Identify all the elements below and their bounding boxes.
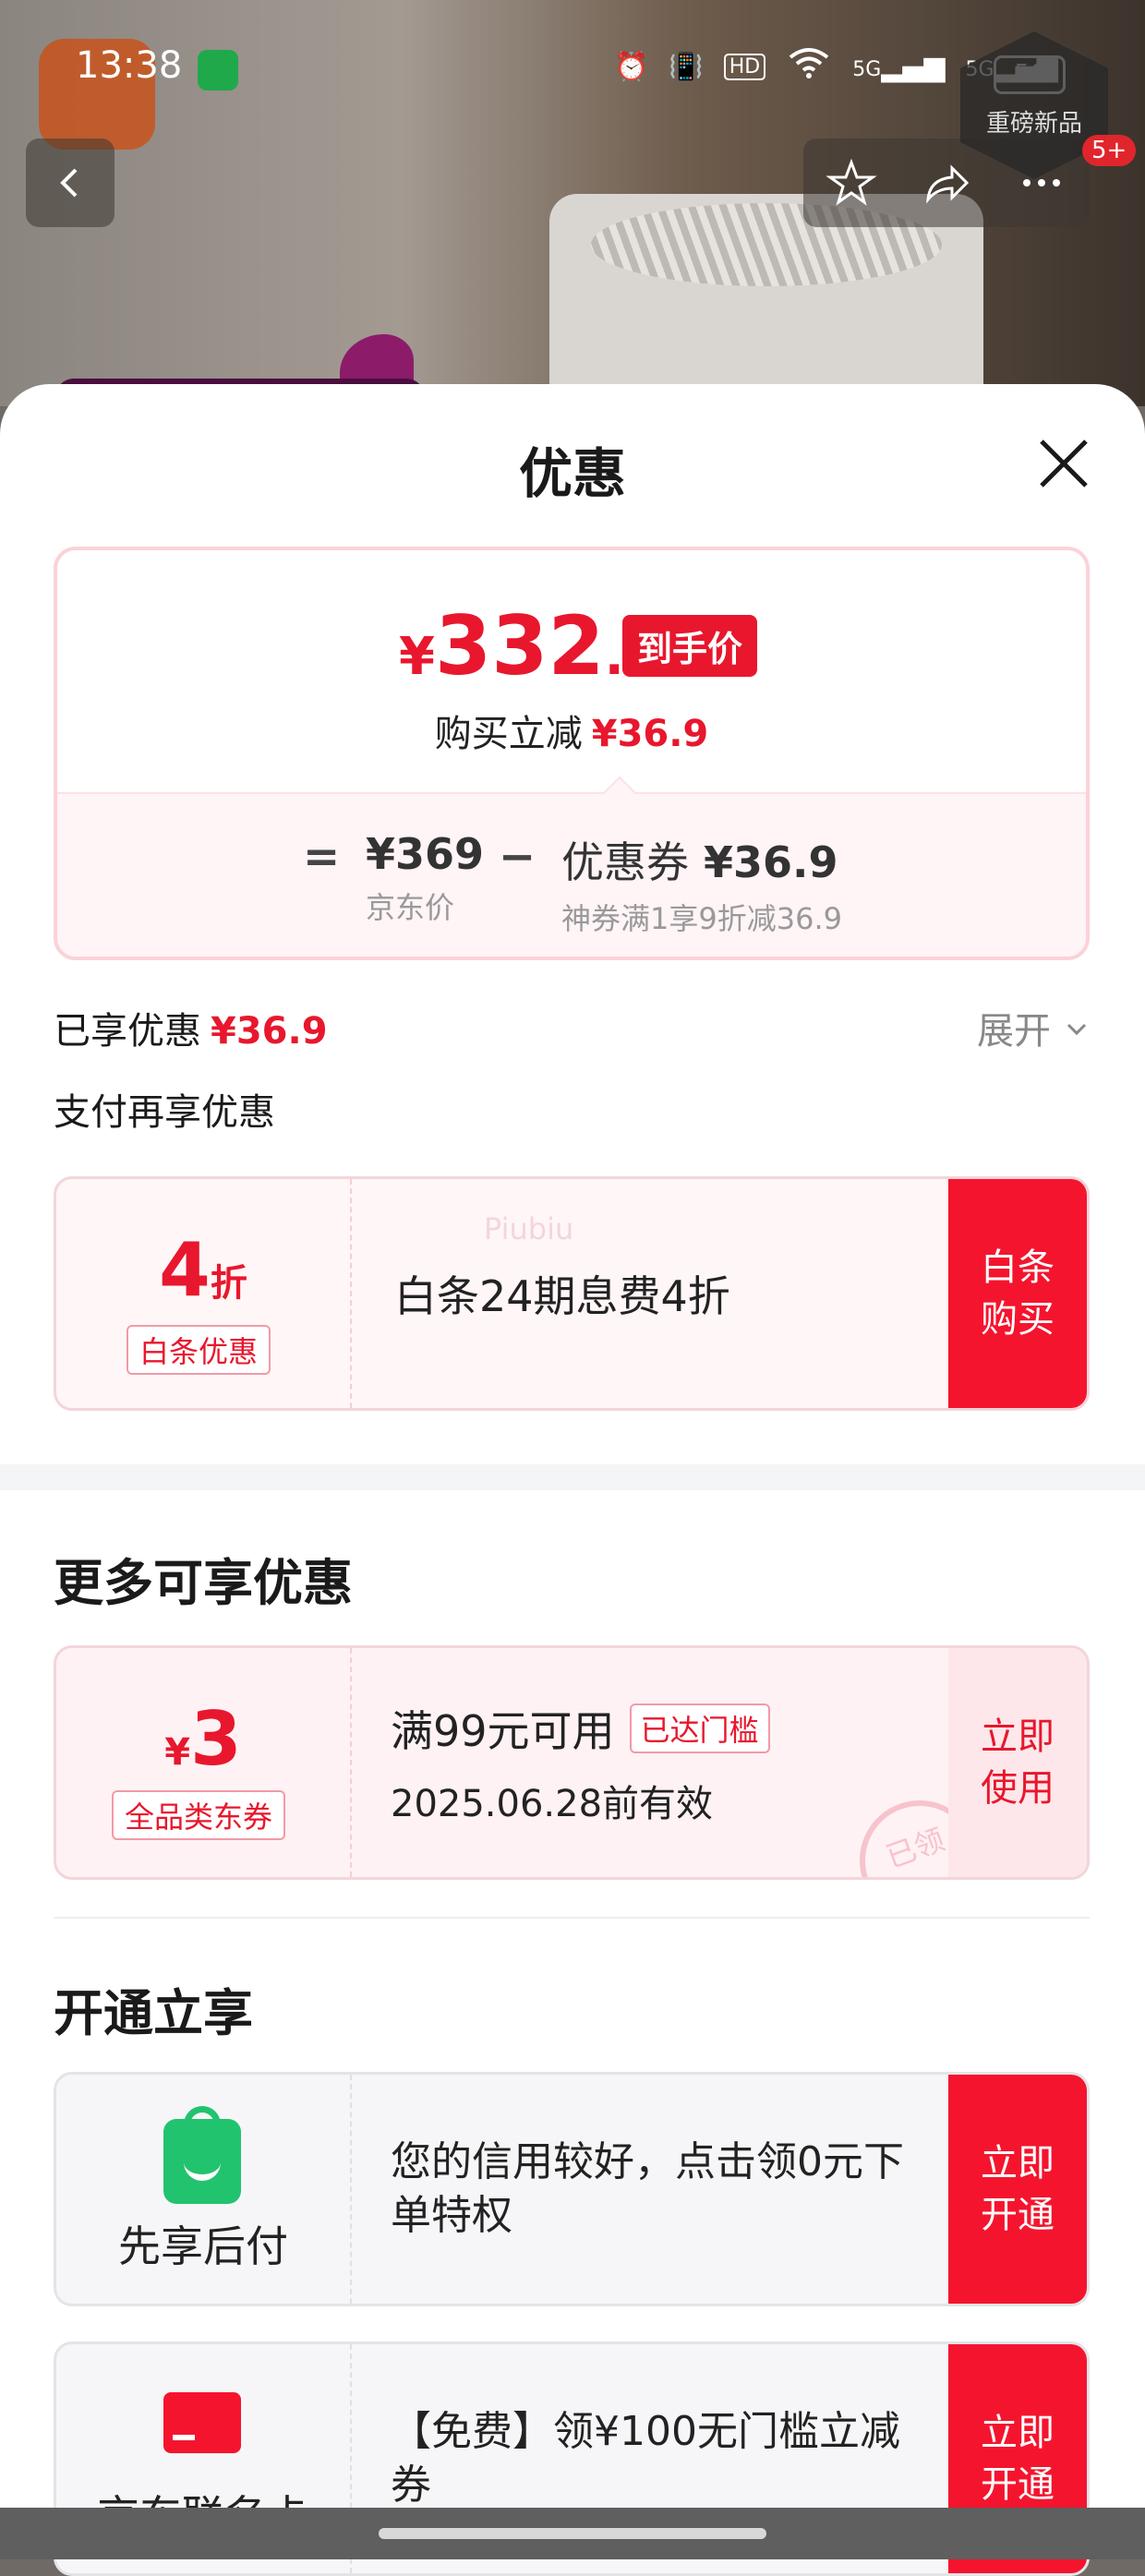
enjoyed-label: 已享优惠 <box>54 1010 201 1053</box>
share-icon[interactable] <box>921 157 972 209</box>
equals-sign: = <box>303 831 341 883</box>
price-summary-box: ¥ 332 .1 到手价 购买立减¥36.9 = ¥369 京东价 − 优惠券 … <box>54 547 1090 960</box>
more-offers-title: 更多可享优惠 <box>54 1554 353 1612</box>
separator-line <box>54 1917 1090 1919</box>
instant-reduce: 购买立减 ¥36.9 <box>57 704 1086 757</box>
coupon-block: 优惠券 ¥36.9 神券满1享9折减36.9 <box>561 829 842 938</box>
coupon-condition: 满99元可用 <box>391 1706 615 1756</box>
message-count-badge: 5+ <box>1082 135 1137 166</box>
credit-text: 您的信用较好，点击领0元下单特权 <box>391 2138 904 2239</box>
coupon-condition-line: 满99元可用 已达门槛 <box>391 1698 770 1759</box>
alarm-icon: ⏰ <box>614 50 649 83</box>
jd-price-label: 京东价 <box>366 890 455 925</box>
baitiao-discount: 4折 <box>159 1227 247 1313</box>
coupon-description: 神券满1享9折减36.9 <box>561 901 842 936</box>
jd-price-value: ¥369 <box>366 829 485 879</box>
coupon-value-line: 优惠券 ¥36.9 <box>561 837 838 887</box>
home-indicator[interactable] <box>379 2528 766 2539</box>
watermark-text: Piubiu <box>484 1211 574 1246</box>
baitiao-buy-button[interactable]: 白条 购买 <box>948 1179 1087 1408</box>
instant-reduce-value: ¥36.9 <box>591 713 709 755</box>
coupon-amount: ¥3 <box>164 1696 242 1782</box>
credit-label: 先享后付 <box>118 2221 288 2271</box>
threshold-reached-badge: 已达门槛 <box>629 1703 770 1753</box>
close-icon <box>1040 439 1088 488</box>
final-price-tag: 到手价 <box>622 615 758 677</box>
coupon-card: ¥3 全品类东券 满99元可用 已达门槛 2025.06.28前有效 已领 立即… <box>54 1645 1090 1880</box>
expand-button[interactable]: 展开 <box>977 1001 1091 1054</box>
final-price-area: ¥ 332 .1 到手价 购买立减¥36.9 <box>57 550 1086 792</box>
back-button[interactable] <box>26 138 114 227</box>
price-formula: = ¥369 京东价 − 优惠券 ¥36.9 神券满1享9折减36.9 <box>57 792 1086 957</box>
star-icon[interactable] <box>825 157 877 209</box>
baitiao-tag: 白条优惠 <box>127 1325 271 1375</box>
coupon-left: ¥3 全品类东券 <box>56 1648 352 1877</box>
signal-5g-icon-1: 5G▂▄▆ <box>852 50 946 83</box>
credit-card-icon <box>163 2392 241 2453</box>
pay-more-title: 支付再享优惠 <box>54 1091 275 1134</box>
hd-icon: HD <box>723 53 766 80</box>
enjoyed-value: ¥36.9 <box>211 1010 328 1053</box>
activate-credit-button[interactable]: 立即 开通 <box>948 2075 1087 2304</box>
use-now-button[interactable]: 立即 使用 <box>948 1648 1087 1877</box>
app-notification-icon <box>198 50 238 90</box>
coupon-validity: 2025.06.28前有效 <box>391 1783 714 1825</box>
baitiao-text: 白条24期息费4折 <box>394 1271 730 1321</box>
chevron-down-icon <box>1067 1023 1086 1036</box>
close-button[interactable] <box>1034 434 1093 493</box>
section-divider <box>0 1464 1145 1490</box>
coupon-type-tag: 全品类东券 <box>112 1790 286 1840</box>
enjoyed-discount: 已享优惠 ¥36.9 <box>54 1001 328 1054</box>
shopping-bag-icon <box>163 2106 241 2204</box>
credit-middle: 您的信用较好，点击领0元下单特权 <box>391 2075 926 2304</box>
chevron-left-icon <box>60 168 78 198</box>
instant-reduce-label: 购买立减 <box>434 713 583 755</box>
jd-price-block: ¥369 京东价 <box>366 829 484 927</box>
credit-left: 先享后付 <box>56 2075 352 2304</box>
coupon-middle: 满99元可用 已达门槛 2025.06.28前有效 <box>391 1648 770 1877</box>
credit-pay-card: 先享后付 您的信用较好，点击领0元下单特权 立即 开通 <box>54 2072 1090 2306</box>
expand-label: 展开 <box>977 1010 1051 1053</box>
sheet-title: 优惠 <box>518 442 626 505</box>
final-price: ¥ 332 .1 <box>399 598 660 693</box>
activate-title: 开通立享 <box>54 1984 253 2042</box>
status-time: 13:38 <box>76 44 183 87</box>
baitiao-left: 4折 白条优惠 <box>56 1179 352 1408</box>
vibrate-icon: 📳 <box>669 50 704 83</box>
wifi-icon <box>786 46 832 87</box>
member-text: 【免费】领¥100无门槛立减券 <box>391 2408 900 2509</box>
minus-sign: − <box>499 831 536 883</box>
